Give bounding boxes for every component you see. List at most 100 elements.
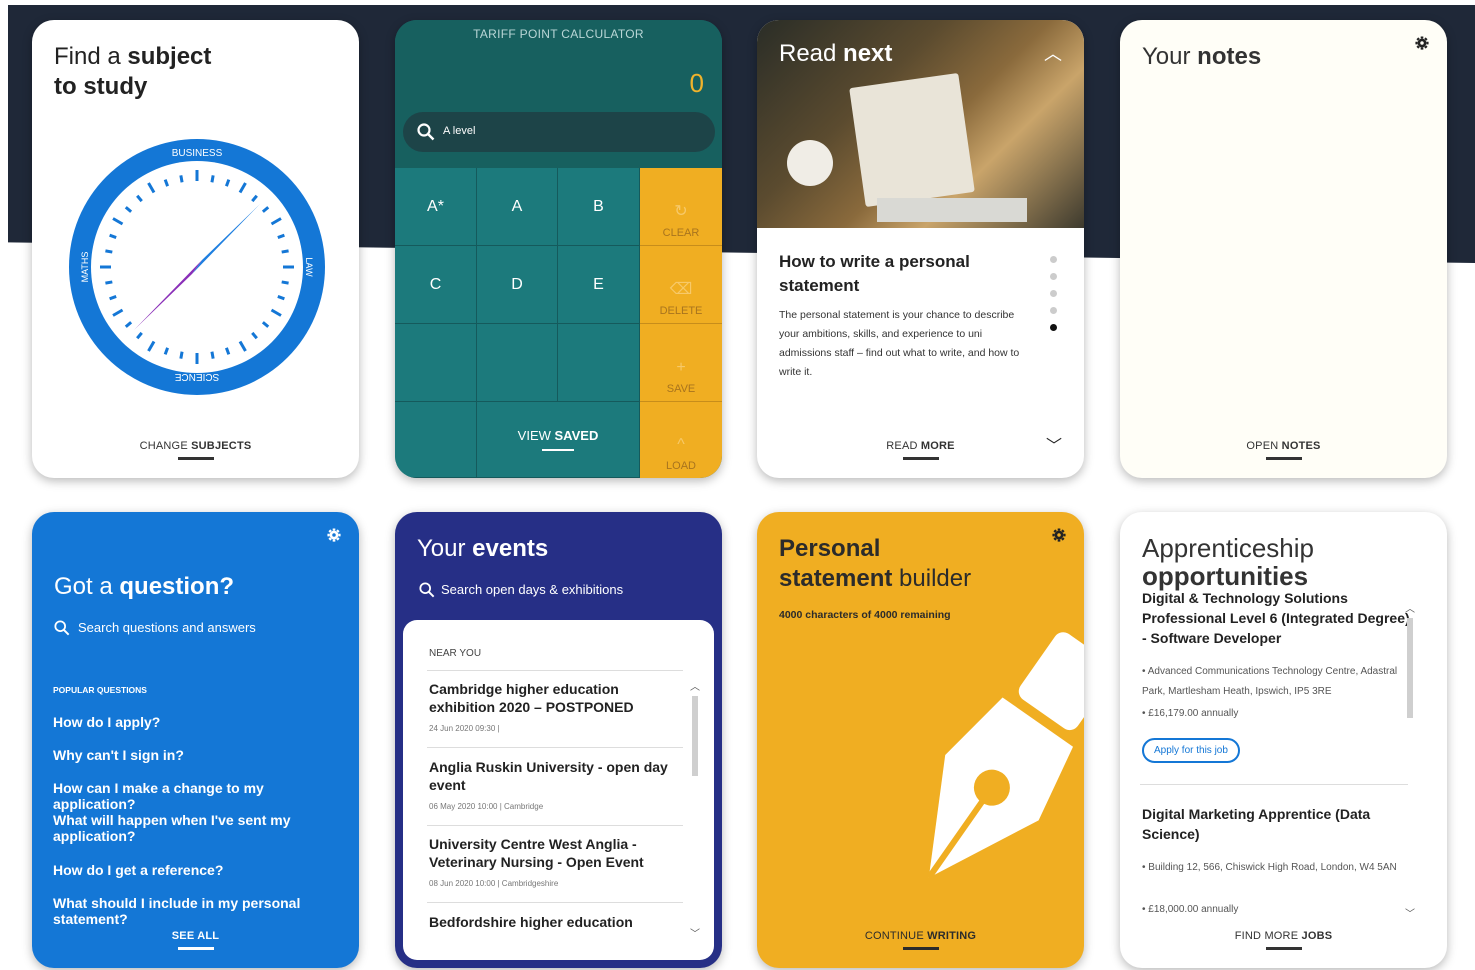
gear-icon[interactable] — [1052, 528, 1066, 542]
event-title[interactable]: Bedfordshire higher education — [429, 913, 669, 931]
backspace-icon: ⌫ — [669, 281, 693, 298]
plus-icon: + — [676, 359, 686, 376]
notes-title: Your notes — [1142, 43, 1262, 70]
see-all-link[interactable]: SEE ALL — [32, 930, 359, 950]
empty-key — [477, 324, 558, 402]
event-title[interactable]: University Centre West Anglia - Veterina… — [429, 835, 669, 871]
article-summary: The personal statement is your chance to… — [779, 309, 1020, 378]
find-more-jobs-link[interactable]: FIND MORE JOBS — [1120, 930, 1447, 950]
question-link[interactable]: How do I get a reference? — [53, 862, 343, 878]
grade-key-e[interactable]: E — [558, 246, 640, 324]
characters-remaining: 4000 characters of 4000 remaining — [779, 609, 951, 621]
search-icon — [417, 123, 435, 141]
read-more-link[interactable]: READ MORE — [757, 440, 1084, 460]
search-icon — [54, 620, 70, 636]
subject-title: Find a subject to study — [54, 43, 212, 100]
grade-key-c[interactable]: C — [395, 246, 477, 324]
divider — [1140, 784, 1408, 785]
notes-card: Your notes OPEN NOTES — [1120, 20, 1447, 478]
read-next-title: Read next — [779, 40, 893, 67]
open-notes-link[interactable]: OPEN NOTES — [1120, 440, 1447, 460]
grade-key-a-star[interactable]: A* — [395, 168, 477, 246]
statement-title: Personal statement builder — [779, 535, 972, 592]
load-button[interactable]: ^ LOAD — [640, 402, 722, 478]
view-saved-button[interactable]: VIEW SAVED — [477, 402, 640, 478]
pen-nib-icon — [926, 632, 1084, 880]
grade-key-b[interactable]: B — [558, 168, 640, 246]
question-link[interactable]: What should I include in my personal sta… — [53, 895, 303, 927]
job-location: • Advanced Communications Technology Cen… — [1142, 666, 1398, 697]
cup-graphic — [787, 140, 833, 186]
save-button[interactable]: + SAVE — [640, 324, 722, 402]
clear-button[interactable]: ↻ CLEAR — [640, 168, 722, 246]
events-card: Your events Search open days & exhibitio… — [395, 512, 722, 968]
near-you-label: NEAR YOU — [429, 648, 482, 659]
compass-tick — [281, 249, 289, 254]
apprenticeship-card: Apprenticeship opportunities Digital & Te… — [1120, 512, 1447, 968]
events-title: Your events — [417, 535, 549, 562]
question-link[interactable]: How do I apply? — [53, 714, 343, 730]
compass-tick — [179, 351, 184, 359]
subject-card: Find a subject to study BUSINESS SCIENCE … — [32, 20, 359, 478]
empty-key — [395, 402, 477, 478]
compass-tick — [105, 280, 113, 285]
question-link[interactable]: What will happen when I've sent my appli… — [53, 812, 293, 844]
apprenticeship-title: Apprenticeship opportunities — [1142, 533, 1314, 591]
scrollbar-thumb[interactable] — [1407, 618, 1413, 718]
chevron-down-icon[interactable]: ﹀ — [1405, 905, 1415, 920]
event-meta: 24 Jun 2020 09:30 | — [429, 724, 500, 733]
job-salary: • £18,000.00 annually — [1142, 904, 1239, 915]
continue-writing-link[interactable]: CONTINUE WRITING — [757, 930, 1084, 950]
chevron-up-icon[interactable]: ︿ — [1044, 40, 1062, 66]
question-link[interactable]: How can I make a change to my applicatio… — [53, 780, 343, 812]
events-scrollbar[interactable]: ︿ ﹀ — [690, 678, 700, 940]
events-search-placeholder: Search open days & exhibitions — [441, 582, 624, 597]
notebook-graphic — [849, 72, 975, 208]
compass-icon[interactable]: BUSINESS SCIENCE MATHS LAW — [68, 138, 326, 396]
compass-tick — [179, 175, 184, 183]
grade-key-d[interactable]: D — [477, 246, 558, 324]
compass-label-right: LAW — [304, 257, 314, 277]
question-search-input[interactable]: Search questions and answers — [54, 620, 334, 640]
delete-button[interactable]: ⌫ DELETE — [640, 246, 722, 324]
event-title[interactable]: Cambridge higher education exhibition 20… — [429, 680, 669, 716]
chevron-up-icon[interactable]: ︿ — [690, 678, 700, 693]
compass-tick — [281, 280, 289, 285]
question-link[interactable]: Why can't I sign in? — [53, 747, 343, 763]
event-title[interactable]: Anglia Ruskin University - open day even… — [429, 758, 669, 794]
job-title[interactable]: Digital & Technology Solutions Professio… — [1142, 588, 1412, 648]
apply-for-job-button[interactable]: Apply for this job — [1142, 738, 1240, 763]
events-search-input[interactable]: Search open days & exhibitions — [419, 582, 699, 602]
compass-tick — [210, 175, 215, 183]
calculator-title: TARIFF POINT CALCULATOR — [473, 27, 644, 41]
refresh-icon: ↻ — [674, 203, 688, 220]
jobs-scrollbar[interactable]: ︿ ﹀ — [1405, 600, 1415, 920]
empty-key — [395, 324, 477, 402]
popular-questions-label: POPULAR QUESTIONS — [53, 685, 147, 695]
gear-icon[interactable] — [1415, 36, 1429, 50]
event-meta: 06 May 2020 10:00 | Cambridge — [429, 802, 544, 811]
read-next-card: Read next ︿ How to write a personal stat… — [757, 20, 1084, 478]
calculator-keypad: A* A B C D E VIEW SAVED ↻ CLEAR ⌫ DELETE +… — [395, 168, 722, 478]
event-meta: 08 Jun 2020 10:00 | Cambridgeshire — [429, 879, 559, 888]
chevron-down-icon[interactable]: ﹀ — [1046, 432, 1062, 456]
chevron-down-icon[interactable]: ﹀ — [690, 925, 700, 940]
events-list: NEAR YOU Cambridge higher education exhi… — [403, 620, 714, 960]
keyboard-graphic — [877, 198, 1027, 222]
question-card: Got a question? Search questions and ans… — [32, 512, 359, 968]
job-title[interactable]: Digital Marketing Apprentice (Data Scien… — [1142, 804, 1412, 844]
gear-icon[interactable] — [327, 528, 341, 542]
scrollbar-thumb[interactable] — [692, 696, 698, 776]
tariff-calculator-card: TARIFF POINT CALCULATOR 0 A level A* A B… — [395, 20, 722, 478]
change-subjects-link[interactable]: CHANGE SUBJECTS — [32, 440, 359, 460]
tariff-points-value: 0 — [689, 68, 704, 98]
compass-label-top: BUSINESS — [172, 148, 223, 159]
grade-key-a[interactable]: A — [477, 168, 558, 246]
chevron-up-icon[interactable]: ︿ — [1405, 600, 1415, 615]
compass-label-bottom: SCIENCE — [174, 371, 219, 382]
qualification-search-input[interactable]: A level — [403, 112, 715, 152]
qualification-search-value: A level — [443, 125, 476, 137]
article-title[interactable]: How to write a personal statement — [779, 250, 1009, 298]
search-icon — [419, 582, 435, 598]
carousel-dots[interactable] — [1050, 256, 1058, 341]
